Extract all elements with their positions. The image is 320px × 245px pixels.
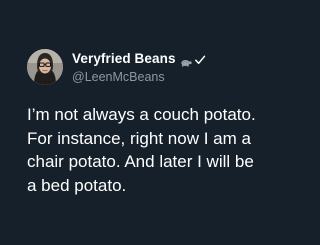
display-name[interactable]: Veryfried Beans: [72, 51, 176, 66]
user-block: Veryfried Beans @LeenMcBeans: [72, 50, 282, 84]
avatar-photo-icon: [27, 49, 63, 85]
name-row: Veryfried Beans: [72, 50, 282, 67]
tweet-text-line: a bed potato.: [27, 175, 127, 195]
avatar[interactable]: [27, 49, 63, 85]
tweet-text-line: chair potato. And later I will be: [27, 152, 254, 171]
user-handle[interactable]: @LeenMcBeans: [72, 70, 282, 84]
tweet-text: I’m not always a couch potato. For insta…: [27, 103, 297, 197]
tweet-card: Veryfried Beans @LeenMcBeans I’m not alw…: [0, 0, 300, 245]
tweet-header: Veryfried Beans @LeenMcBeans: [27, 48, 287, 88]
tweet-text-line: I’m not always a couch potato.: [27, 105, 256, 124]
turtle-emoji-icon: [180, 54, 192, 67]
checkmark-icon: [194, 53, 206, 65]
tweet-text-line: For instance, right now I am a: [27, 128, 251, 148]
